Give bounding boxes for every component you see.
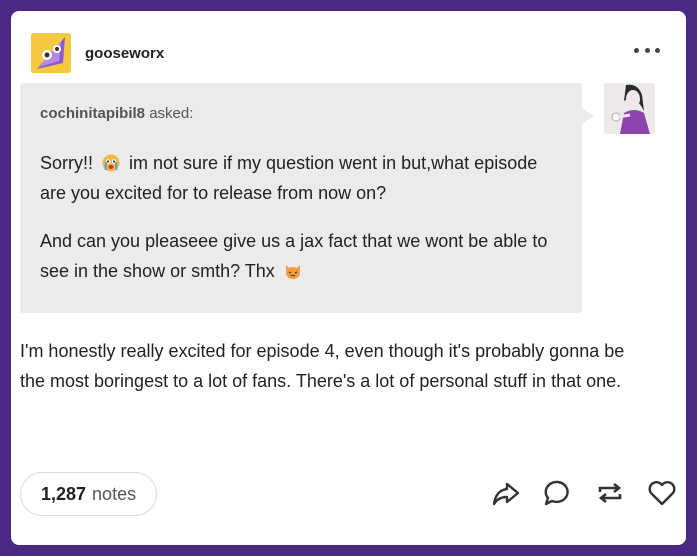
asker-name[interactable]: cochinitapibil8 — [40, 105, 145, 122]
ask-bubble: cochinitapibil8 asked: Sorry!! im not su… — [20, 83, 582, 313]
more-options-icon[interactable] — [634, 45, 660, 55]
blog-name[interactable]: gooseworx — [85, 45, 164, 62]
cat-face-emoji-icon — [285, 265, 300, 279]
share-icon[interactable] — [491, 478, 521, 508]
asker-line: cochinitapibil8 asked: — [40, 105, 562, 122]
ask-paragraph-1: Sorry!! im not sure if my question went … — [40, 148, 562, 208]
notes-label: notes — [92, 483, 137, 504]
ask-text-1a: Sorry!! — [40, 153, 99, 173]
like-icon[interactable] — [647, 478, 677, 508]
reply-icon[interactable] — [543, 478, 573, 508]
ask-paragraph-2: And can you pleaseee give us a jax fact … — [40, 226, 562, 286]
ask-bubble-tail — [582, 108, 594, 124]
notes-button[interactable]: 1,287 notes — [20, 472, 158, 516]
asker-avatar[interactable] — [604, 83, 655, 134]
reblog-icon[interactable] — [595, 478, 625, 508]
notes-count: 1,287 — [41, 483, 87, 504]
post-actions — [491, 478, 677, 508]
asked-label: asked: — [149, 105, 194, 122]
crying-face-emoji-icon — [102, 154, 120, 172]
blog-avatar[interactable] — [31, 33, 71, 73]
post-header: gooseworx — [31, 33, 164, 73]
answer-text: I'm honestly really excited for episode … — [20, 341, 625, 391]
